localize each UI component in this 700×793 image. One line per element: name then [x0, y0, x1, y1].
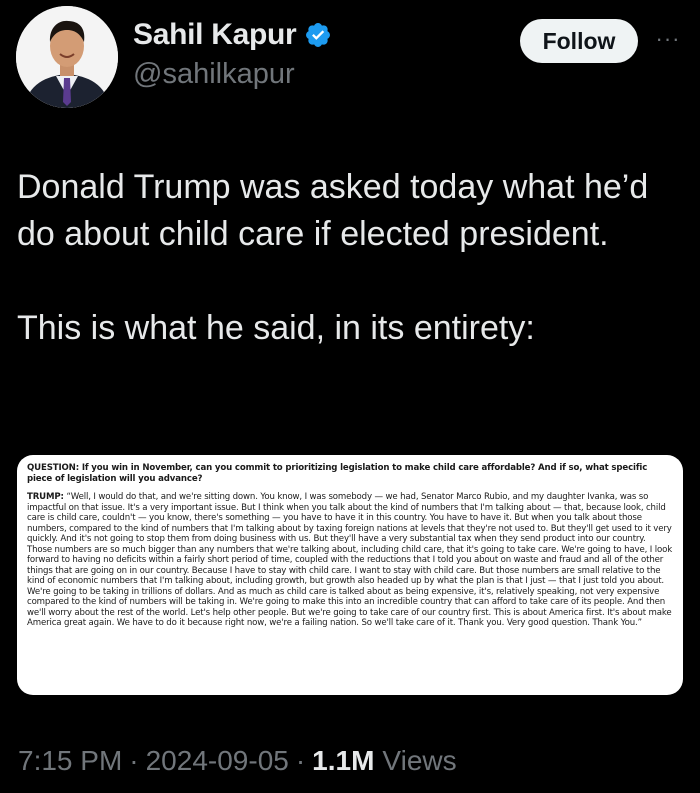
tweet-text: Donald Trump was asked today what he’d d… [17, 164, 677, 352]
meta-separator: · [295, 745, 306, 776]
media-answer-text: “Well, I would do that, and we're sittin… [27, 492, 673, 628]
display-name-row: Sahil Kapur [133, 18, 332, 52]
tweet-header: Sahil Kapur @sahilkapur Follow ··· [16, 6, 684, 110]
avatar[interactable] [16, 6, 118, 108]
author-handle[interactable]: @sahilkapur [133, 58, 332, 91]
display-name[interactable]: Sahil Kapur [133, 18, 297, 52]
meta-separator: · [129, 745, 139, 776]
media-question: QUESTION: If you win in November, can yo… [27, 463, 648, 484]
tweet-date[interactable]: 2024-09-05 [146, 745, 289, 777]
follow-button[interactable]: Follow [520, 19, 638, 63]
tweet-paragraph-1: Donald Trump was asked today what he’d d… [17, 168, 649, 253]
views-label: Views [382, 745, 457, 776]
avatar-image [16, 6, 118, 108]
tweet-paragraph-2: This is what he said, in its entirety: [17, 309, 535, 347]
media-answer-speaker: TRUMP: [27, 492, 64, 502]
attached-image[interactable]: QUESTION: If you win in November, can yo… [17, 455, 683, 695]
views-count: 1.1M [312, 745, 375, 776]
tweet-time[interactable]: 7:15 PM [18, 745, 122, 777]
more-options-icon[interactable]: ··· [652, 28, 684, 50]
tweet-meta: 7:15 PM · 2024-09-05 · 1.1M Views [18, 745, 457, 777]
author-block: Sahil Kapur @sahilkapur [133, 18, 332, 91]
media-answer: TRUMP: “Well, I would do that, and we're… [27, 492, 673, 629]
verified-badge-icon[interactable] [304, 21, 332, 49]
